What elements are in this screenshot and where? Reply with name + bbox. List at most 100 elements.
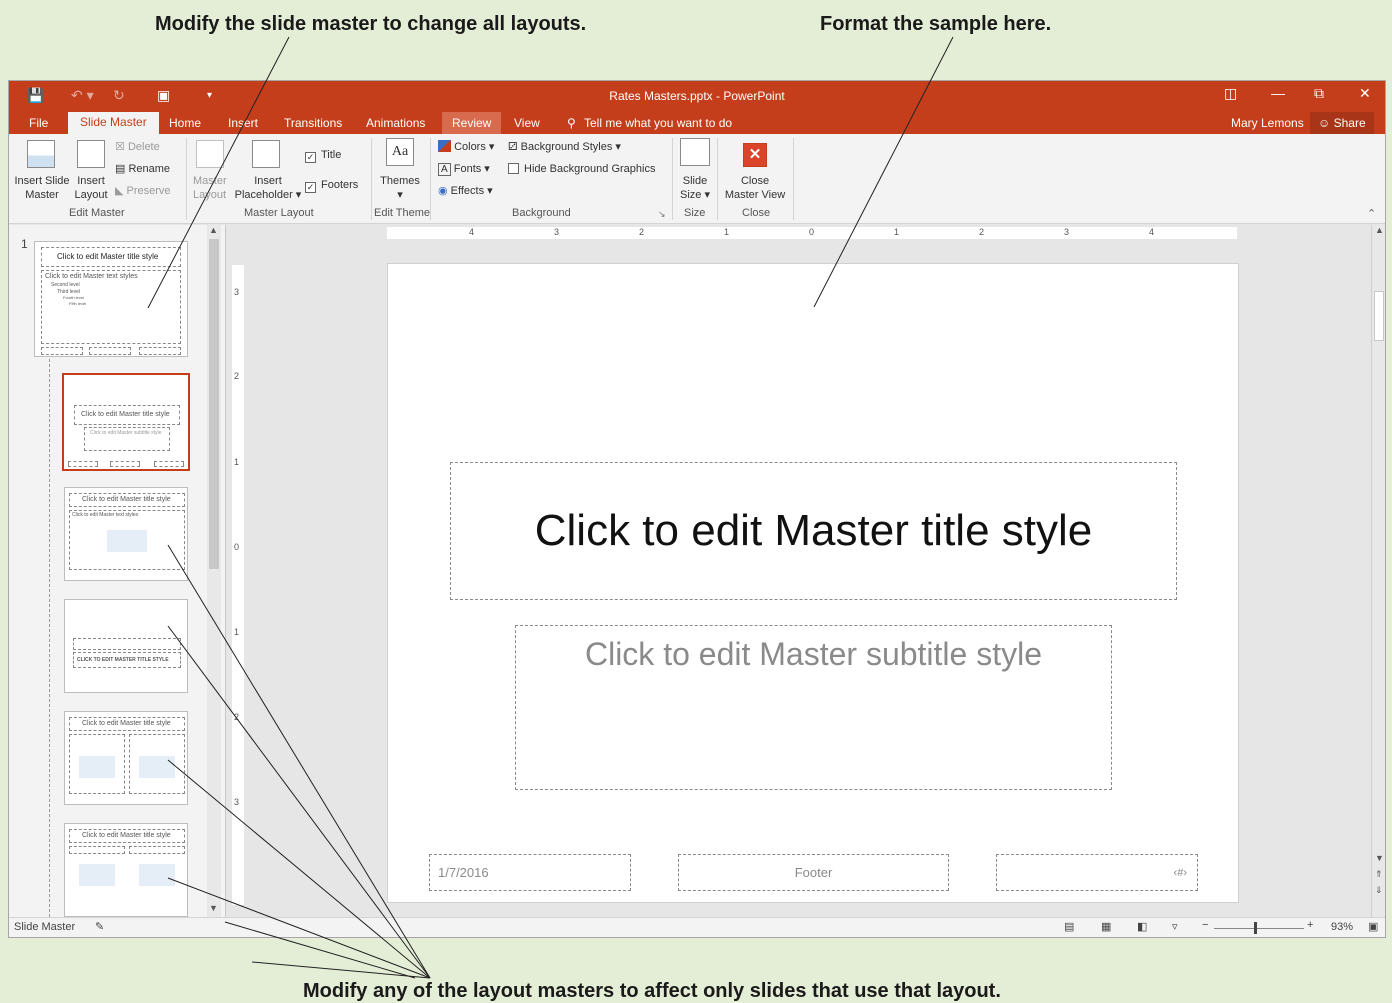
tab-slide-master[interactable]: Slide Master: [68, 112, 159, 134]
ribbon-tabs: File Slide Master Home Insert Transition…: [9, 112, 1385, 134]
zoom-in-icon[interactable]: +: [1307, 919, 1313, 931]
fonts-button[interactable]: A Fonts ▾: [438, 162, 490, 176]
delete-button[interactable]: ☒ Delete: [115, 140, 160, 154]
preserve-button[interactable]: ◣ Preserve: [115, 184, 171, 198]
thumb-layout-subtitle: Click to edit Master subtitle style: [90, 430, 162, 436]
slide-sorter-icon[interactable]: ▦: [1101, 920, 1111, 933]
thumb-layout-title: Click to edit Master title style: [82, 720, 171, 727]
scroll-down-icon[interactable]: ▼: [209, 903, 218, 913]
colors-button[interactable]: Colors ▾: [438, 140, 494, 154]
editor-scrollbar[interactable]: ▲ ▼ ⇑ ⇓: [1371, 225, 1385, 917]
ruler-label: 3: [234, 797, 240, 807]
reading-view-icon[interactable]: ◧: [1137, 920, 1147, 933]
footer-placeholder[interactable]: Footer: [678, 854, 949, 891]
delete-icon: ☒: [115, 141, 125, 153]
ruler-label: 2: [234, 371, 240, 381]
tab-home[interactable]: Home: [169, 116, 201, 130]
title-placeholder[interactable]: Click to edit Master title style: [450, 462, 1177, 600]
thumbnail-scrollbar[interactable]: ▲ ▼: [207, 225, 221, 917]
collapse-ribbon-icon[interactable]: ⌃: [1367, 207, 1376, 221]
date-placeholder[interactable]: 1/7/2016: [429, 854, 631, 891]
hide-background-graphics-checkbox[interactable]: Hide Background Graphics: [508, 162, 655, 176]
accessibility-icon[interactable]: ✎: [95, 920, 104, 933]
footers-checkbox[interactable]: ✓ Footers: [305, 178, 358, 193]
scroll-thumb[interactable]: [209, 239, 219, 569]
tab-insert[interactable]: Insert: [228, 116, 258, 130]
next-slide-icon[interactable]: ⇓: [1375, 885, 1383, 896]
scroll-up-icon[interactable]: ▲: [209, 225, 218, 235]
tab-animations[interactable]: Animations: [366, 116, 425, 130]
thumbnail-pane: 1 Click to edit Master title style Click…: [9, 225, 226, 917]
zoom-slider[interactable]: [1214, 928, 1304, 929]
thumb-text-line: Click to edit Master text styles: [72, 512, 139, 518]
slide-size-button[interactable]: Slide Size ▾: [677, 174, 713, 202]
tell-me-box[interactable]: Tell me what you want to do: [584, 116, 732, 130]
group-label-close: Close: [742, 207, 771, 219]
thumb-title-content-layout[interactable]: Click to edit Master title style Click t…: [64, 487, 188, 581]
close-master-view-icon: ✕: [743, 143, 767, 167]
background-styles-button[interactable]: ⚂ Background Styles ▾: [508, 140, 621, 154]
close-icon[interactable]: ✕: [1359, 85, 1371, 102]
slideshow-icon[interactable]: ▿: [1172, 920, 1178, 933]
ruler-label: 3: [234, 287, 240, 297]
tab-file[interactable]: File: [29, 116, 48, 130]
subtitle-placeholder[interactable]: Click to edit Master subtitle style: [515, 625, 1112, 790]
tab-transitions[interactable]: Transitions: [284, 116, 342, 130]
master-layout-icon: [196, 140, 224, 168]
ruler-label: 1: [724, 227, 730, 237]
insert-slide-master-button[interactable]: Insert Slide Master: [13, 174, 71, 202]
fonts-icon: A: [438, 163, 451, 176]
slide-number-placeholder[interactable]: ‹#›: [996, 854, 1198, 891]
thumb-slide-master[interactable]: Click to edit Master title style Click t…: [34, 241, 188, 357]
tab-review[interactable]: Review: [442, 112, 502, 134]
thumb-text-line: Fourth level: [63, 295, 84, 300]
user-name[interactable]: Mary Lemons: [1231, 116, 1304, 130]
thumb-two-content-layout[interactable]: Click to edit Master title style: [64, 711, 188, 805]
group-label-background: Background: [512, 207, 571, 219]
thumb-section-header-layout[interactable]: CLICK TO EDIT MASTER TITLE STYLE: [64, 599, 188, 693]
minimize-icon[interactable]: —: [1271, 85, 1285, 101]
rename-icon: ▤: [115, 163, 126, 175]
master-layout-button[interactable]: Master Layout: [193, 174, 227, 202]
themes-icon: Aa: [386, 138, 414, 166]
background-styles-icon: ⚂: [508, 141, 518, 153]
thumb-title-slide-layout[interactable]: Click to edit Master title style Click t…: [62, 373, 190, 471]
dialog-launcher-icon[interactable]: ↘: [658, 207, 666, 221]
themes-button[interactable]: Themes ▾: [379, 174, 421, 202]
ruler-label: 2: [979, 227, 985, 237]
scroll-down-icon[interactable]: ▼: [1375, 853, 1384, 863]
slide-canvas[interactable]: Click to edit Master title style Click t…: [387, 263, 1239, 903]
zoom-level[interactable]: 93%: [1331, 921, 1353, 933]
group-label-edit-master: Edit Master: [69, 207, 125, 219]
title-checkbox[interactable]: ✓ Title: [305, 148, 341, 163]
ruler-label: 4: [1149, 227, 1155, 237]
scroll-thumb[interactable]: [1374, 291, 1384, 341]
share-button[interactable]: ☺ Share: [1310, 112, 1374, 134]
rename-button[interactable]: ▤ Rename: [115, 162, 170, 176]
slide-editing-area: 4 3 2 1 0 1 2 3 4 3 2 1 0 1 2 3 Click to…: [227, 225, 1372, 917]
scroll-up-icon[interactable]: ▲: [1375, 225, 1384, 235]
restore-icon[interactable]: ⧉: [1314, 85, 1324, 102]
vertical-ruler: 3 2 1 0 1 2 3: [232, 265, 244, 905]
insert-layout-button[interactable]: Insert Layout: [73, 174, 109, 202]
thumb-caps-title: CLICK TO EDIT MASTER TITLE STYLE: [77, 657, 169, 663]
lightbulb-icon: ⚲: [567, 116, 576, 130]
ribbon-display-icon[interactable]: ◫: [1224, 85, 1237, 102]
previous-slide-icon[interactable]: ⇑: [1375, 869, 1383, 880]
normal-view-icon[interactable]: ▤: [1064, 920, 1074, 933]
colors-icon: [438, 140, 451, 152]
insert-placeholder-button[interactable]: Insert Placeholder ▾: [232, 174, 304, 202]
effects-button[interactable]: ◉ Effects ▾: [438, 184, 493, 198]
zoom-out-icon[interactable]: −: [1202, 919, 1208, 931]
checkmark-icon: ✓: [305, 152, 316, 163]
callout-slide-master: Modify the slide master to change all la…: [155, 13, 587, 35]
close-master-view-button[interactable]: Close Master View: [721, 174, 789, 202]
thumb-text-line: Second level: [51, 282, 80, 288]
thumb-comparison-layout[interactable]: Click to edit Master title style: [64, 823, 188, 917]
tab-view[interactable]: View: [514, 116, 540, 130]
share-label: Share: [1333, 116, 1366, 130]
group-label-edit-theme: Edit Theme: [374, 207, 431, 219]
thumb-layout-title: Click to edit Master title style: [81, 411, 170, 418]
fit-to-window-icon[interactable]: ▣: [1368, 920, 1378, 933]
zoom-slider-thumb[interactable]: [1254, 922, 1257, 934]
